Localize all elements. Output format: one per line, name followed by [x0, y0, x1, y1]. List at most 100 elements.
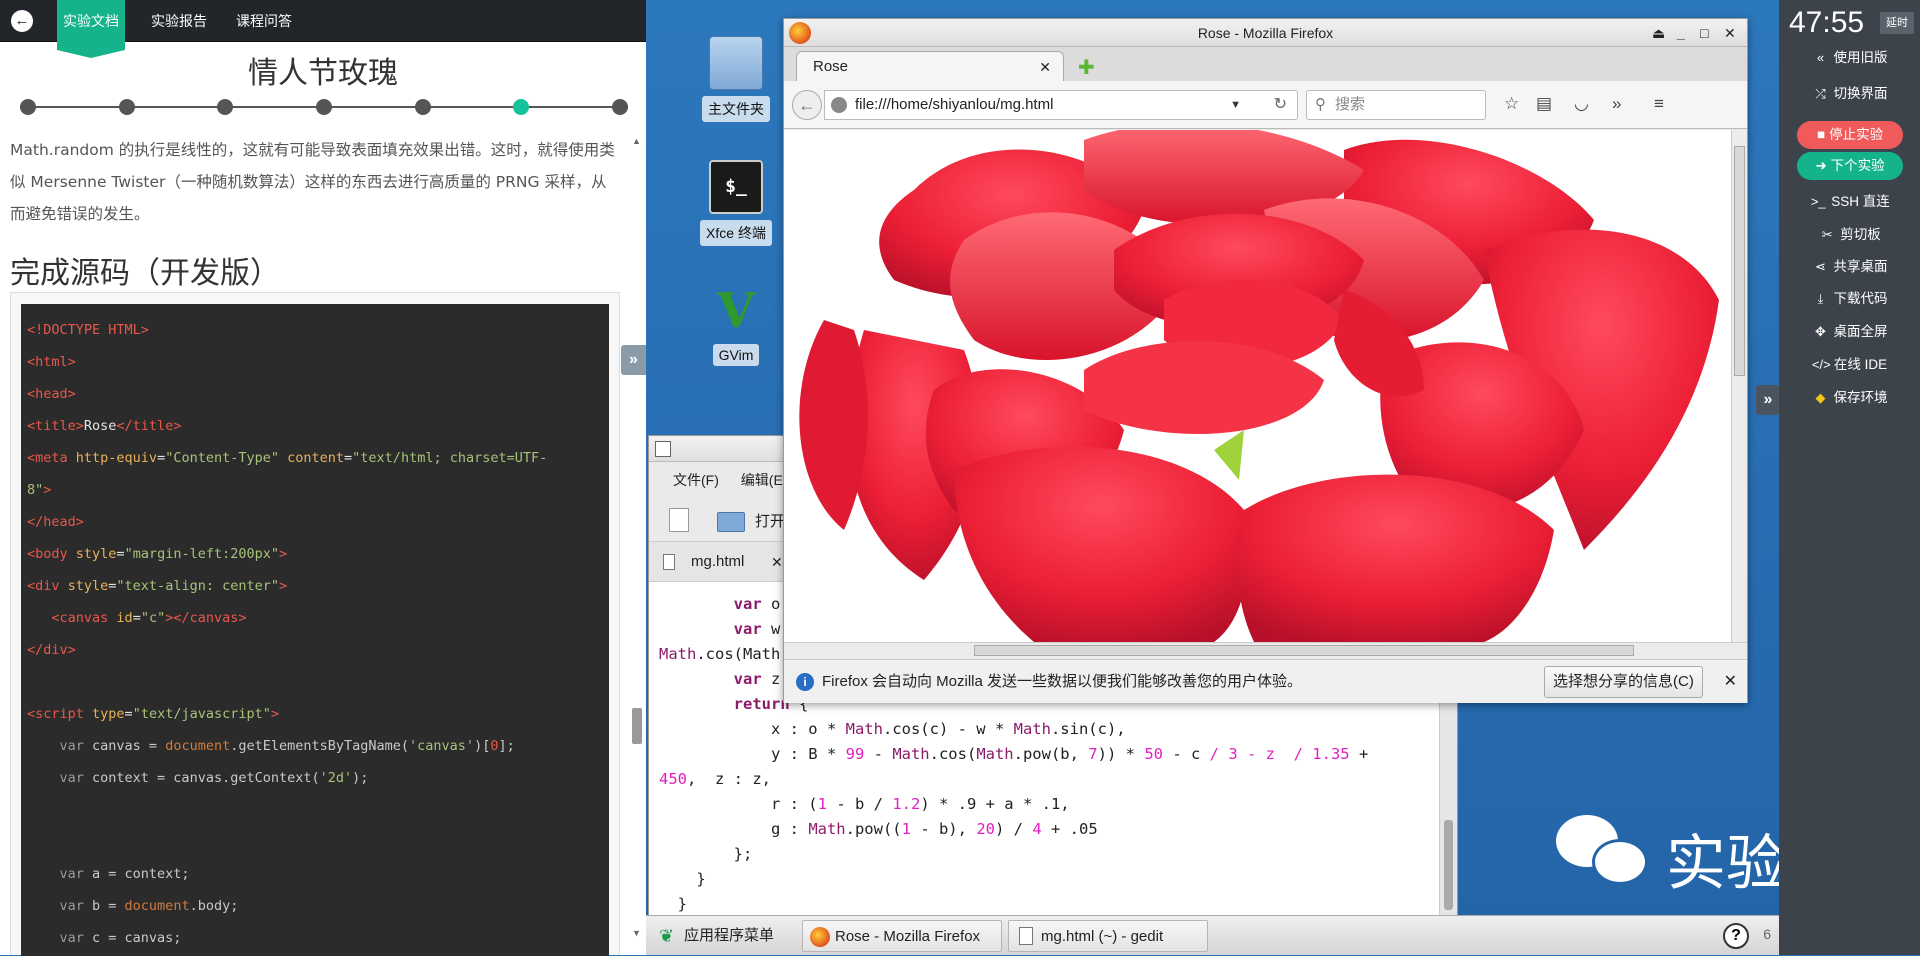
scroll-thumb[interactable] [974, 645, 1634, 656]
choose-share-button[interactable]: 选择想分享的信息(C) [1544, 666, 1703, 698]
minimize-icon[interactable]: _ [1677, 19, 1685, 47]
scissors-icon: ✂ [1821, 227, 1833, 242]
code-token: </title> [116, 418, 182, 434]
code-line: var canvas = document.getElementsByTagNa… [27, 730, 603, 762]
overflow-chevron-icon[interactable]: » [1612, 94, 1621, 114]
progress-step-dot[interactable] [612, 99, 628, 115]
new-document-icon[interactable] [669, 508, 689, 532]
tool-code-button[interactable]: </> 在线 IDE [1779, 350, 1920, 380]
tab-lab-report[interactable]: 实验报告 [140, 0, 218, 42]
scroll-thumb[interactable] [1444, 820, 1453, 910]
tab-lab-docs[interactable]: 实验文档 [57, 0, 125, 58]
section-heading: 完成源码（开发版） [10, 256, 280, 291]
applications-menu-button[interactable]: ❦ 应用程序菜单 [652, 920, 774, 952]
scroll-up-icon[interactable]: ▲ [632, 136, 641, 146]
hamburger-menu-icon[interactable]: ≡ [1654, 94, 1664, 114]
tool-fullscreen-button[interactable]: ✥ 桌面全屏 [1779, 317, 1920, 347]
code-line: <script type="text/javascript"> [27, 698, 603, 730]
download-icon: ⤓ [1817, 291, 1824, 306]
code-token: type [92, 706, 125, 722]
code-token: var [27, 770, 93, 786]
close-notification-icon[interactable]: ✕ [1724, 660, 1737, 704]
step-progress [20, 98, 628, 116]
tool-terminal-prompt-button[interactable]: >_ SSH 直连 [1779, 187, 1920, 217]
close-tab-icon[interactable]: ✕ [1039, 52, 1051, 82]
reading-list-icon[interactable]: ▤ [1536, 94, 1552, 114]
desktop-icon-home[interactable]: 主文件夹 [696, 36, 776, 122]
code-token: "Content-Type" [165, 450, 288, 466]
open-button-label[interactable]: 打开 [755, 510, 785, 531]
taskbar-item-firefox[interactable]: Rose - Mozilla Firefox [802, 920, 1002, 952]
reload-icon[interactable]: ↻ [1274, 91, 1287, 119]
code-line: }; [659, 842, 1439, 867]
bookmark-star-icon[interactable]: ☆ [1504, 94, 1519, 114]
extend-time-button[interactable]: 延时 [1880, 12, 1914, 34]
code-line: <div style="text-align: center"> [27, 570, 603, 602]
code-token: "c" [140, 610, 166, 626]
progress-step-dot[interactable] [118, 99, 135, 115]
collapse-tools-panel-icon[interactable]: » [1756, 385, 1780, 415]
back-arrow-icon[interactable]: ← [792, 90, 822, 120]
tool-stop-button[interactable]: ■ 停止实验 [1797, 121, 1903, 149]
code-token: .pow(( [845, 820, 902, 838]
telemetry-notification-bar: i Firefox 会自动向 Mozilla 发送一些数据以便我们能够改善您的用… [784, 659, 1747, 703]
code-token: .getElementsByTagName( [230, 738, 410, 754]
taskbar-item-gedit[interactable]: mg.html (~) - gedit [1008, 920, 1208, 952]
progress-step-dot[interactable] [513, 99, 530, 115]
tool-gem-button[interactable]: ◆ 保存环境 [1779, 383, 1920, 413]
page-horizontal-scrollbar[interactable] [784, 642, 1747, 658]
tool-download-button[interactable]: ⤓ 下载代码 [1779, 284, 1920, 314]
desktop-icon-gvim[interactable]: V GVim [696, 284, 776, 366]
close-window-icon[interactable]: ✕ [1724, 19, 1736, 47]
code-line: var b = document.body; [27, 890, 603, 922]
firefox-titlebar[interactable]: Rose - Mozilla Firefox ⏏ _ □ ✕ [784, 19, 1747, 47]
progress-step-dot[interactable] [217, 99, 234, 115]
menu-edit[interactable]: 编辑(E) [741, 472, 788, 488]
window-menu-icon[interactable]: ⏏ [1652, 19, 1665, 47]
rose-canvas [799, 130, 1719, 642]
page-title: 情人节玫瑰 [248, 56, 398, 91]
tool-share-button[interactable]: ⋖ 共享桌面 [1779, 252, 1920, 282]
search-input[interactable]: ⚲ 搜索 [1306, 90, 1486, 120]
code-token: .cos(Math [696, 645, 781, 663]
scroll-thumb[interactable] [1734, 146, 1745, 376]
tool-arrow-right-button[interactable]: ➜ 下个实验 [1797, 152, 1903, 180]
progress-step-dot[interactable] [20, 99, 36, 115]
tool-label: 停止实验 [1829, 127, 1884, 142]
maximize-icon[interactable]: □ [1700, 19, 1708, 47]
code-token: <script [27, 706, 93, 722]
progress-step-dot[interactable] [414, 99, 431, 115]
pocket-icon[interactable]: ◡ [1574, 94, 1589, 114]
source-code-block: <!DOCTYPE HTML> <html> <head> <title>Rose</… [21, 304, 609, 956]
new-tab-plus-icon[interactable]: ✚ [1078, 55, 1095, 80]
code-token: 8" [27, 482, 44, 498]
scroll-down-icon[interactable]: ▼ [632, 928, 641, 938]
url-bar[interactable]: file:///home/shiyanlou/mg.html ▼ ↻ [824, 90, 1298, 120]
code-token: 1 [901, 820, 911, 838]
page-vertical-scrollbar[interactable] [1731, 130, 1747, 642]
tab-course-qa[interactable]: 课程问答 [225, 0, 303, 42]
tool-scissors-button[interactable]: ✂ 剪切板 [1779, 220, 1920, 250]
help-icon[interactable]: ? [1723, 923, 1749, 949]
browser-tab-rose[interactable]: Rose ✕ [796, 51, 1064, 81]
desktop-icon-terminal[interactable]: $_ Xfce 终端 [696, 160, 776, 246]
code-token: 4 [1032, 820, 1042, 838]
doc-scrollbar[interactable]: ▲ ▼ [630, 130, 644, 955]
progress-step-dot[interactable] [316, 99, 332, 115]
collapse-doc-panel-icon[interactable]: » [621, 345, 646, 375]
desktop-icon-label: 主文件夹 [702, 96, 770, 122]
back-arrow-icon[interactable]: ← [11, 10, 33, 32]
open-folder-icon[interactable] [717, 512, 745, 532]
tool-shuffle-button[interactable]: ⤮ 切换界面 [1779, 79, 1920, 109]
code-token: var [733, 670, 771, 688]
code-token: - b / [826, 795, 893, 813]
tool-double-chevron-left-button[interactable]: « 使用旧版 [1779, 43, 1920, 73]
dropdown-arrow-icon[interactable]: ▼ [1230, 91, 1241, 119]
globe-icon [831, 97, 847, 113]
scroll-thumb[interactable] [632, 708, 642, 744]
menu-file[interactable]: 文件(F) [673, 472, 719, 488]
code-line: var a = context; [27, 858, 603, 890]
close-tab-icon[interactable]: ✕ [771, 542, 783, 582]
code-token: = [132, 610, 141, 626]
